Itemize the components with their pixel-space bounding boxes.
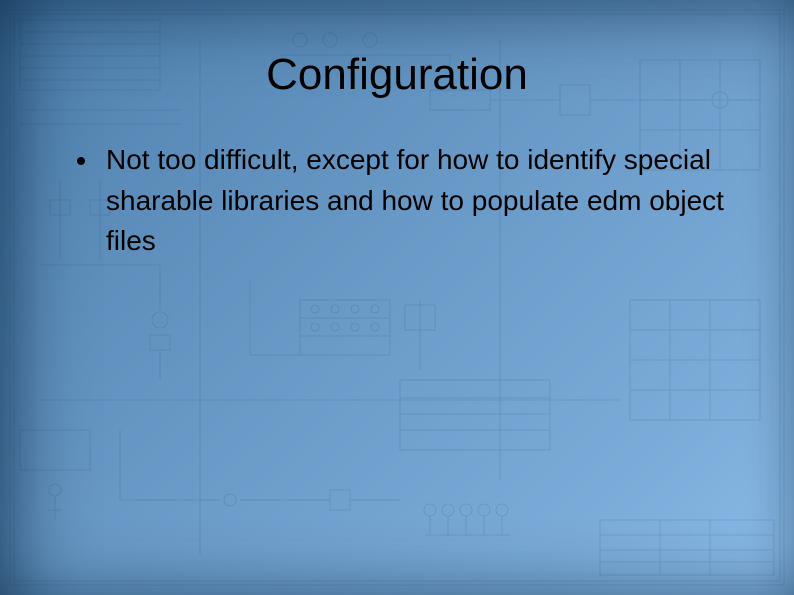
bullet-list: Not too difficult, except for how to ide…: [40, 140, 754, 262]
slide-title: Configuration: [40, 50, 754, 100]
bullet-item: Not too difficult, except for how to ide…: [100, 140, 724, 262]
slide-content: Configuration Not too difficult, except …: [0, 0, 794, 262]
slide: Configuration Not too difficult, except …: [0, 0, 794, 595]
